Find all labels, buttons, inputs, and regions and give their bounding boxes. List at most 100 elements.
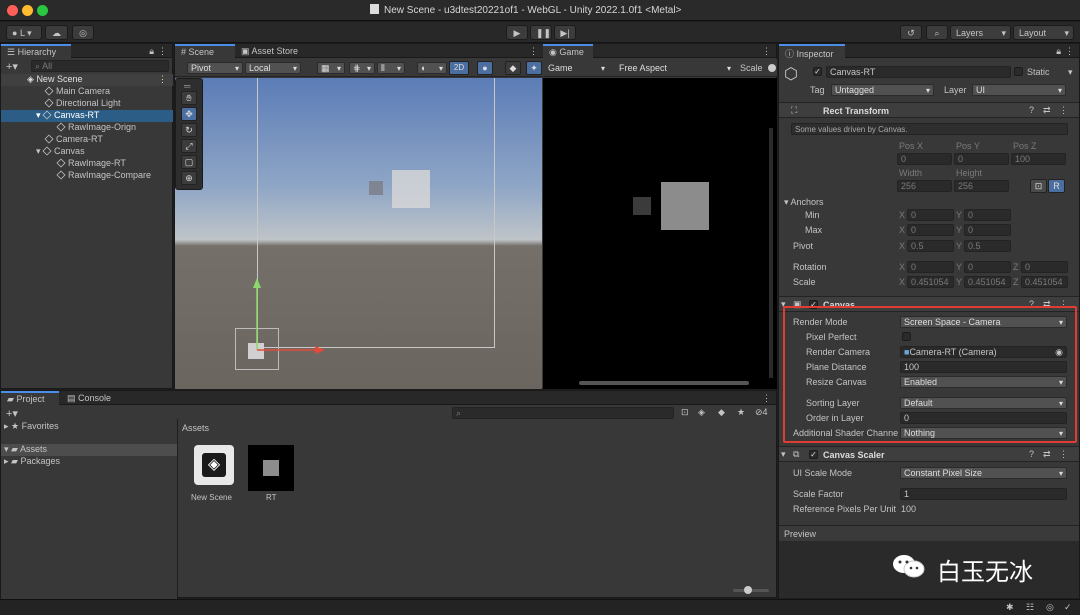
hierarchy-search-input[interactable]: ⌕ All: [31, 60, 169, 72]
step-button[interactable]: ▶|: [554, 25, 576, 40]
progress-icon[interactable]: ☷: [1026, 602, 1034, 613]
hidden-packages-icon[interactable]: ⊘4: [755, 407, 768, 418]
filter-by-label-icon[interactable]: ◆: [718, 407, 725, 418]
drag-handle-icon[interactable]: ═: [184, 81, 190, 91]
scale-slider-handle[interactable]: [768, 64, 776, 72]
tab-inspector[interactable]: ⓘ Inspector: [779, 44, 845, 59]
minimize-window-button[interactable]: [22, 5, 33, 16]
play-button[interactable]: ▶: [506, 25, 528, 40]
sorting-layer-dropdown[interactable]: Default: [900, 397, 1067, 409]
hierarchy-item-canvas[interactable]: ▾ Canvas: [36, 146, 85, 158]
lock-icon[interactable]: 🔒︎: [1056, 46, 1061, 57]
maximize-window-button[interactable]: [37, 5, 48, 16]
preset-icon[interactable]: ⇄: [1043, 105, 1051, 116]
preset-icon[interactable]: ⇄: [1043, 449, 1051, 460]
kebab-menu-icon[interactable]: ⋮: [1059, 449, 1068, 460]
preview-header[interactable]: Preview: [779, 525, 1079, 541]
scale-factor-field[interactable]: 1: [900, 488, 1067, 500]
max-x-field[interactable]: 0: [907, 224, 954, 236]
help-icon[interactable]: ?: [1029, 105, 1034, 115]
hierarchy-item-rawimage-rt[interactable]: RawImage-RT: [56, 158, 126, 170]
rt-asset-thumbnail[interactable]: [248, 445, 294, 491]
chevron-down-icon[interactable]: ▾: [1068, 67, 1073, 78]
asset-name-rt[interactable]: RT: [266, 493, 277, 502]
pixel-perfect-checkbox[interactable]: [902, 332, 911, 341]
hierarchy-item-camera-rt[interactable]: Camera-RT: [44, 134, 103, 146]
draw-mode-dropdown[interactable]: ◐: [417, 62, 447, 74]
rect-transform-header[interactable]: ⛶ Rect Transform ? ⇄ ⋮: [779, 102, 1079, 118]
search-scope-icon[interactable]: ⊡: [681, 407, 689, 418]
search-button[interactable]: ⌕: [926, 25, 948, 40]
kebab-menu-icon[interactable]: ⋮: [1065, 46, 1074, 57]
favorites-row[interactable]: ▸ ★ Favorites: [4, 421, 59, 433]
audio-toggle[interactable]: ◆: [505, 61, 521, 75]
transform-tool-button[interactable]: ⊕: [181, 171, 197, 185]
hierarchy-item-rawimage-orign[interactable]: RawImage-Orign: [56, 122, 136, 134]
lock-icon[interactable]: 🔒︎: [149, 46, 154, 57]
tab-scene[interactable]: # Scene: [175, 44, 235, 58]
blueprint-mode-button[interactable]: ⊡: [1030, 179, 1047, 193]
game-viewport[interactable]: [543, 78, 777, 389]
ui-scale-mode-dropdown[interactable]: Constant Pixel Size: [900, 467, 1067, 479]
scale-x-field[interactable]: 0.451054: [907, 276, 954, 288]
rotation-y-field[interactable]: 0: [964, 261, 1011, 273]
cloud-button[interactable]: ☁: [45, 25, 68, 40]
packages-folder-row[interactable]: ▸ ▰ Packages: [4, 456, 60, 468]
layers-dropdown[interactable]: Layers ▾: [950, 25, 1011, 40]
filter-by-type-icon[interactable]: ◈: [698, 407, 705, 418]
plane-distance-field[interactable]: 100: [900, 361, 1067, 373]
local-dropdown[interactable]: Local: [245, 62, 301, 74]
hierarchy-item-rawimage-compare[interactable]: RawImage-Compare: [56, 170, 151, 182]
pivot-dropdown[interactable]: Pivot: [187, 62, 243, 74]
snap-increment-dropdown[interactable]: ⋕: [349, 62, 375, 74]
tab-console[interactable]: ▤ Console: [61, 391, 123, 405]
asset-name-new-scene[interactable]: New Scene: [191, 493, 232, 502]
scene-row[interactable]: ◈ New Scene ⋮: [1, 74, 173, 86]
render-camera-field[interactable]: ■Camera-RT (Camera) ◉: [900, 346, 1067, 358]
gizmo-x-arrow[interactable]: [315, 346, 325, 354]
hierarchy-item-main-camera[interactable]: Main Camera: [44, 86, 110, 98]
layout-dropdown[interactable]: Layout ▾: [1013, 25, 1074, 40]
min-x-field[interactable]: 0: [907, 209, 954, 221]
resize-canvas-dropdown[interactable]: Enabled: [900, 376, 1067, 388]
project-search-input[interactable]: ⌕: [452, 407, 674, 419]
tag-dropdown[interactable]: Untagged: [831, 84, 934, 96]
static-checkbox[interactable]: [1014, 67, 1023, 76]
hierarchy-item-canvas-rt[interactable]: ▾ Canvas-RT: [1, 110, 173, 122]
shader-channels-dropdown[interactable]: Nothing: [900, 427, 1067, 439]
pos-x-field[interactable]: 0: [897, 153, 952, 165]
aspect-dropdown[interactable]: Free Aspect: [615, 62, 735, 74]
kebab-menu-icon[interactable]: ⋮: [762, 46, 771, 57]
check-icon[interactable]: ✓: [1064, 602, 1072, 613]
kebab-menu-icon[interactable]: ⋮: [1059, 105, 1068, 116]
pos-z-field[interactable]: 100: [1011, 153, 1066, 165]
scene-viewport[interactable]: ═ ✋︎ ✥ ↻ ⤢ ▢ ⊕: [175, 78, 542, 389]
rawimage-compare-preview[interactable]: [369, 181, 383, 195]
min-y-field[interactable]: 0: [964, 209, 1011, 221]
toggle-2d-button[interactable]: 2D: [449, 61, 469, 75]
kebab-menu-icon[interactable]: ⋮: [529, 46, 538, 57]
effects-dropdown[interactable]: ✦: [526, 61, 542, 75]
tab-game[interactable]: ◉ Game: [543, 44, 593, 58]
canvas-scaler-header[interactable]: ▾ ⧉ ✓ Canvas Scaler ? ⇄ ⋮: [779, 446, 1079, 462]
kebab-menu-icon[interactable]: ⋮: [762, 393, 771, 404]
favorite-star-icon[interactable]: ★: [737, 407, 745, 418]
scene-asset-thumbnail[interactable]: ◈: [194, 445, 234, 485]
kebab-menu-icon[interactable]: ⋮: [158, 74, 167, 85]
layer-dropdown[interactable]: UI: [972, 84, 1066, 96]
reference-ppu-value[interactable]: 100: [901, 504, 916, 514]
hand-tool-button[interactable]: ✋︎: [181, 91, 197, 105]
raw-edit-button[interactable]: R: [1048, 179, 1065, 193]
horizontal-scrollbar[interactable]: [579, 381, 749, 385]
scaler-enabled-checkbox[interactable]: ✓: [809, 450, 818, 459]
order-in-layer-field[interactable]: 0: [900, 412, 1067, 424]
bug-icon[interactable]: ✱: [1006, 602, 1014, 613]
scale-z-field[interactable]: 0.451054: [1021, 276, 1068, 288]
object-picker-icon[interactable]: ◉: [1055, 347, 1063, 357]
cache-icon[interactable]: ◎: [1046, 602, 1054, 613]
history-button[interactable]: ↺: [900, 25, 922, 40]
active-checkbox[interactable]: ✓: [813, 67, 822, 76]
pause-button[interactable]: ❚❚: [530, 25, 552, 40]
width-field[interactable]: 256: [897, 180, 952, 192]
assets-folder-row[interactable]: ▾ ▰ Assets: [1, 444, 177, 456]
